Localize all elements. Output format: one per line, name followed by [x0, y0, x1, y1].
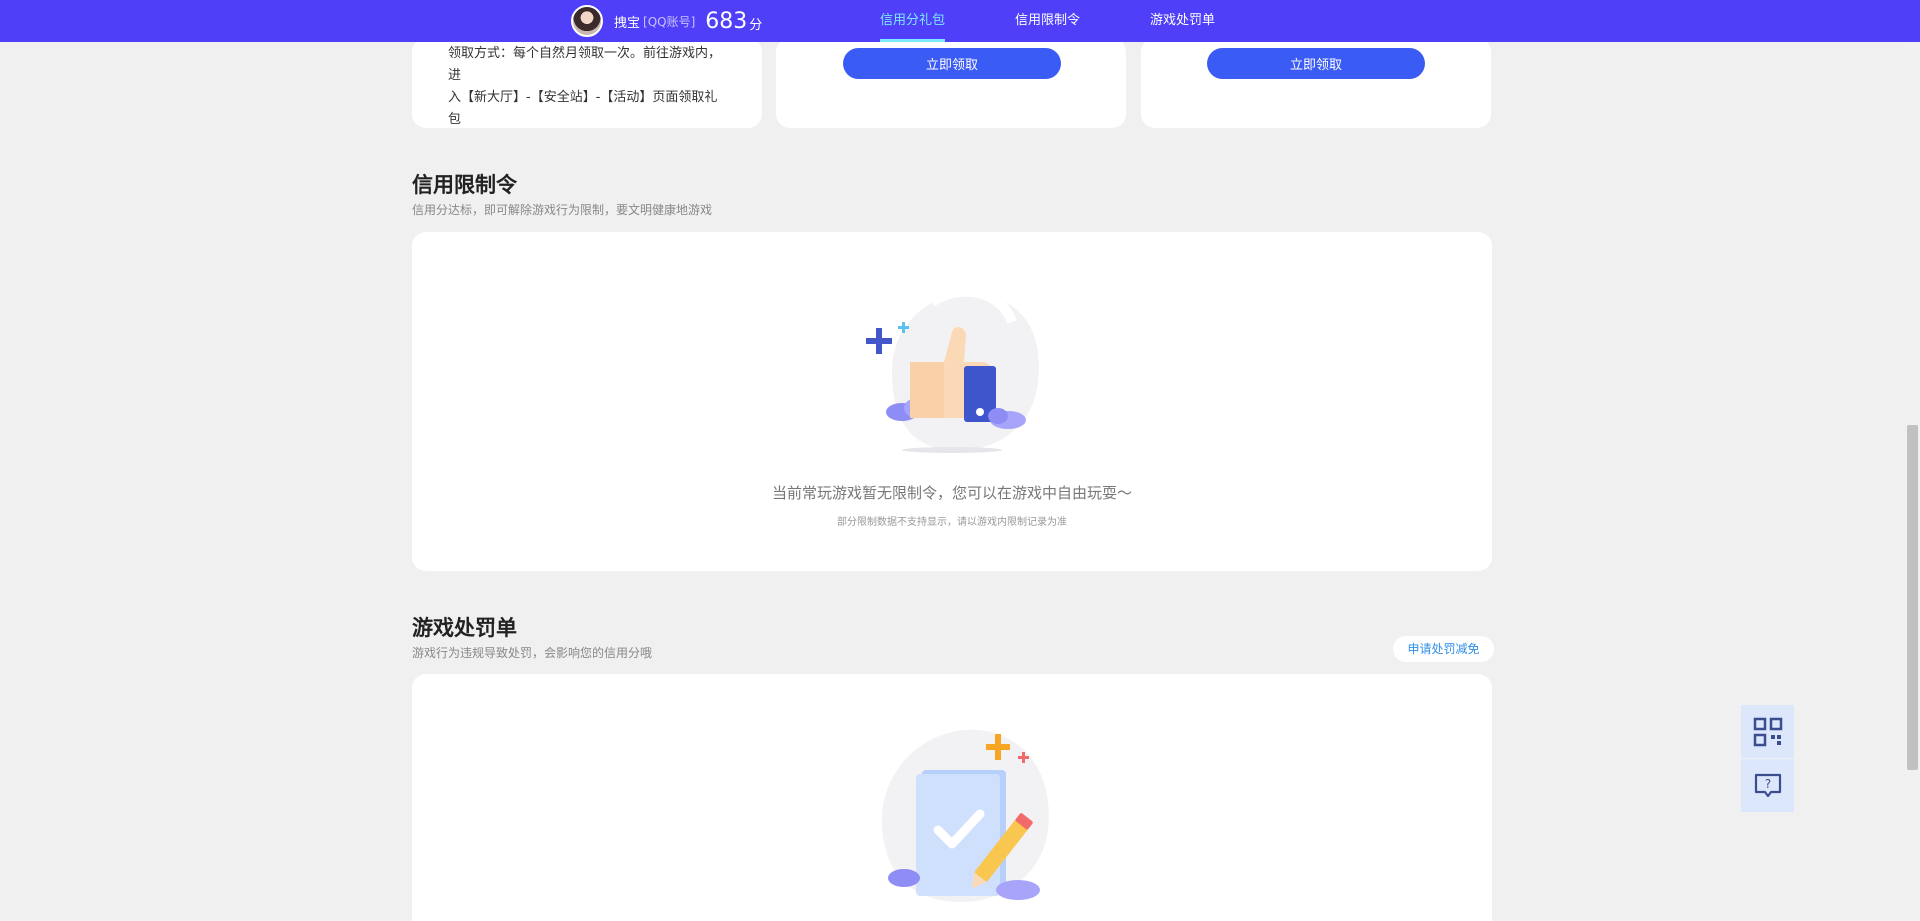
- tab-game-penalty[interactable]: 游戏处罚单: [1150, 0, 1215, 42]
- top-bar: 拽宝 [QQ账号] 683 分 信用分礼包 信用限制令 游戏处罚单: [0, 0, 1920, 42]
- user-info: 拽宝 [QQ账号] 683 分: [571, 4, 762, 38]
- restriction-title: 信用限制令: [412, 173, 517, 197]
- avatar[interactable]: [571, 5, 603, 37]
- restriction-subtitle: 信用分达标，即可解除游戏行为限制，要文明健康地游戏: [412, 203, 713, 217]
- qr-code-icon: [1753, 717, 1782, 746]
- apply-penalty-reduction-button[interactable]: 申请处罚减免: [1393, 636, 1494, 662]
- restriction-empty-note: 部分限制数据不支持显示，请以游戏内限制记录为准: [837, 517, 1067, 528]
- tab-credit-restriction[interactable]: 信用限制令: [1015, 0, 1080, 42]
- main-nav: 信用分礼包 信用限制令 游戏处罚单: [880, 0, 1285, 42]
- penalty-subtitle: 游戏行为违规导致处罚，会影响您的信用分哦: [412, 646, 653, 660]
- svg-text:?: ?: [1764, 777, 1770, 791]
- help-chat-icon: ?: [1754, 773, 1781, 797]
- account-type: [QQ账号]: [643, 14, 696, 29]
- gift-card-3: 立即领取: [1141, 38, 1491, 128]
- claim-button[interactable]: 立即领取: [843, 48, 1061, 79]
- help-button[interactable]: ?: [1741, 759, 1794, 812]
- gift-card-1: 领取方式：每个自然月领取一次。前往游戏内，进 入【新大厅】-【安全站】-【活动】…: [412, 38, 762, 128]
- gift-card-2: 立即领取: [776, 38, 1126, 128]
- checklist-pencil-illustration: [881, 729, 1049, 903]
- thumbs-up-illustration: [866, 286, 1039, 453]
- gift-claim-description: 领取方式：每个自然月领取一次。前往游戏内，进 入【新大厅】-【安全站】-【活动】…: [448, 43, 728, 131]
- gift-desc-line-2: 入【新大厅】-【安全站】-【活动】页面领取礼包: [448, 90, 718, 127]
- penalty-empty-card: [412, 674, 1492, 921]
- user-name: 拽宝: [614, 15, 641, 31]
- score-unit: 分: [749, 17, 763, 33]
- tab-credit-gift[interactable]: 信用分礼包: [880, 0, 946, 42]
- restriction-empty-title: 当前常玩游戏暂无限制令，您可以在游戏中自由玩耍～: [771, 484, 1132, 502]
- gift-desc-line-1: 领取方式：每个自然月领取一次。前往游戏内，进: [448, 46, 722, 83]
- credit-score: 683: [705, 8, 748, 34]
- scrollbar-thumb[interactable]: [1907, 425, 1918, 770]
- claim-button[interactable]: 立即领取: [1207, 48, 1425, 79]
- restriction-empty-card: 当前常玩游戏暂无限制令，您可以在游戏中自由玩耍～ 部分限制数据不支持显示，请以游…: [412, 232, 1492, 571]
- penalty-title: 游戏处罚单: [412, 616, 517, 640]
- qr-code-button[interactable]: [1741, 705, 1794, 758]
